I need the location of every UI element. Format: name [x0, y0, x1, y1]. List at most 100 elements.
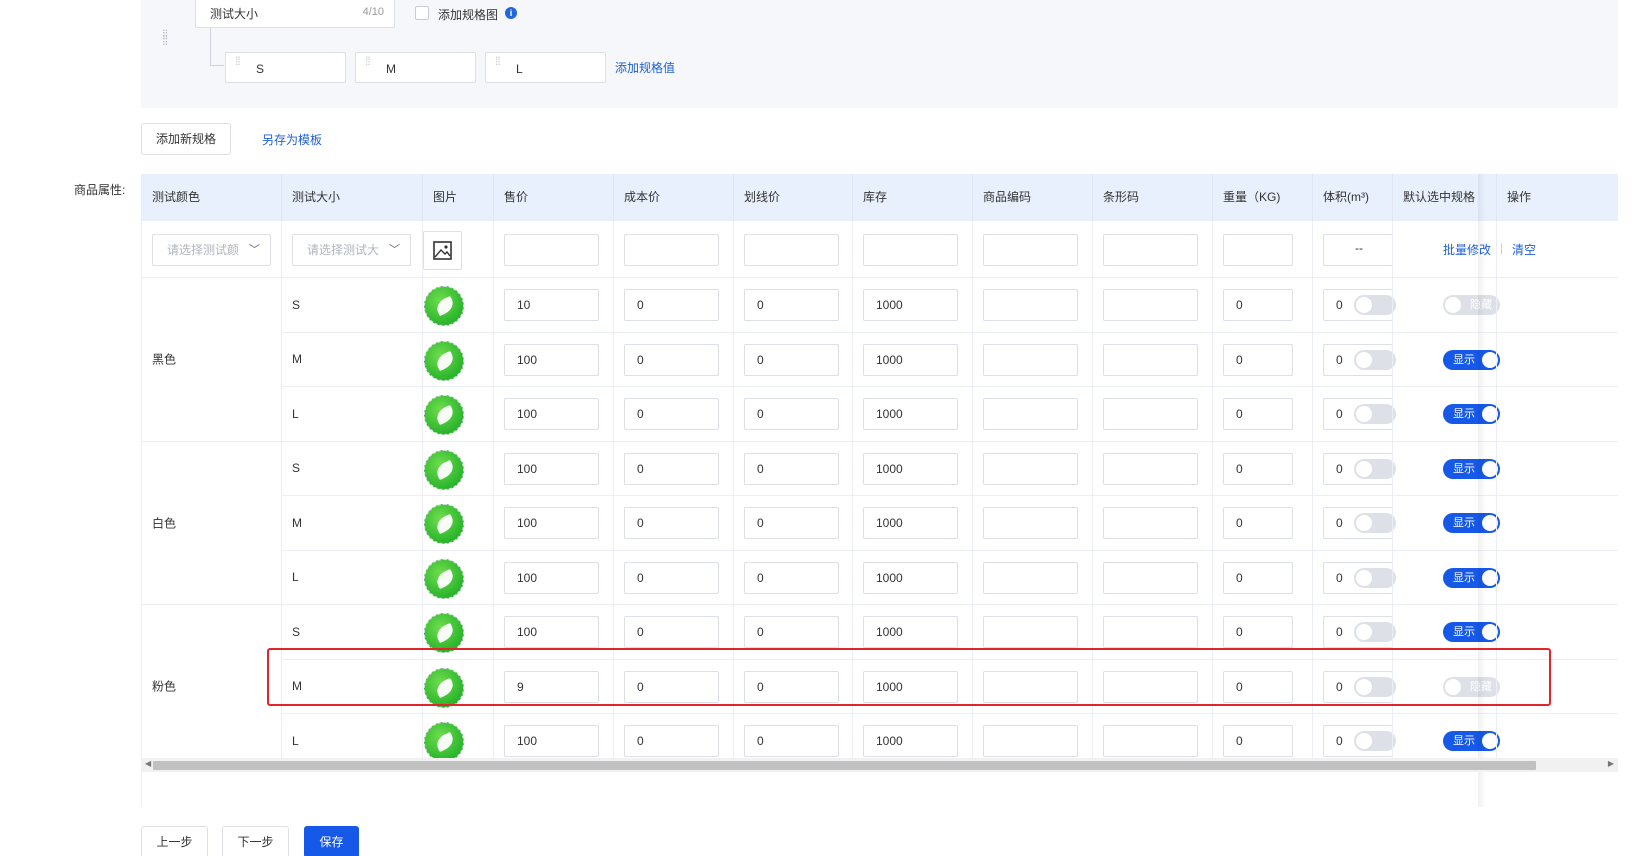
- price-input[interactable]: 100: [504, 507, 599, 539]
- product-image-thumbnail[interactable]: [424, 667, 464, 708]
- cost-input[interactable]: 0: [624, 289, 719, 321]
- weight-input[interactable]: 0: [1223, 343, 1293, 376]
- stock-input[interactable]: 1000: [863, 452, 958, 485]
- price-input[interactable]: 100: [504, 561, 599, 594]
- product-image-thumbnail[interactable]: [424, 286, 464, 326]
- product-image-thumbnail[interactable]: [424, 449, 464, 490]
- price-input[interactable]: 100: [504, 343, 599, 376]
- barcode-input[interactable]: [1103, 507, 1198, 539]
- spec-value-input[interactable]: ⁞⁞ S: [225, 52, 346, 83]
- list_price-input[interactable]: 0: [744, 398, 839, 430]
- default-spec-toggle[interactable]: [1354, 676, 1396, 697]
- add-spec-image-checkbox[interactable]: [415, 6, 429, 20]
- barcode-input[interactable]: [1103, 343, 1198, 376]
- color-select[interactable]: 请选择测试颜 ﹀: [152, 234, 271, 266]
- scrollbar-thumb[interactable]: [153, 761, 1536, 770]
- default-spec-toggle[interactable]: [1354, 622, 1396, 642]
- prev-step-button[interactable]: 上一步: [141, 826, 208, 856]
- sku-input[interactable]: [983, 289, 1078, 321]
- spec-value-input[interactable]: ⁞⁞ M: [355, 52, 476, 83]
- visibility-toggle[interactable]: 隐藏: [1443, 295, 1500, 315]
- cost-input[interactable]: 0: [624, 398, 719, 430]
- info-icon[interactable]: i: [505, 7, 517, 19]
- clear-link[interactable]: 清空: [1512, 241, 1536, 258]
- stock-input[interactable]: 1000: [863, 507, 958, 539]
- horizontal-scrollbar[interactable]: ◀ ▶: [141, 758, 1618, 772]
- list_price-input[interactable]: 0: [744, 343, 839, 376]
- sku-input[interactable]: [983, 616, 1078, 648]
- product-image-thumbnail[interactable]: [424, 340, 464, 381]
- visibility-toggle[interactable]: 显示: [1443, 458, 1500, 479]
- visibility-toggle[interactable]: 显示: [1443, 404, 1500, 424]
- list_price-input[interactable]: 0: [744, 289, 839, 321]
- price-input[interactable]: 9: [504, 670, 599, 703]
- save-as-template-link[interactable]: 另存为模板: [262, 131, 322, 148]
- cost-input[interactable]: 0: [624, 725, 719, 757]
- cost-input[interactable]: 0: [624, 616, 719, 648]
- barcode-input[interactable]: [1103, 616, 1198, 648]
- price-input[interactable]: 100: [504, 616, 599, 648]
- save-button[interactable]: 保存: [304, 826, 359, 856]
- batch-input[interactable]: [1103, 234, 1198, 266]
- price-input[interactable]: 10: [504, 289, 599, 321]
- sku-input[interactable]: [983, 343, 1078, 376]
- image-upload-icon[interactable]: [423, 231, 462, 270]
- drag-handle-icon[interactable]: ⁞⁞: [235, 55, 241, 67]
- batch-input[interactable]: [983, 234, 1078, 266]
- spec-value-input[interactable]: ⁞⁞ L: [485, 52, 606, 83]
- batch-input[interactable]: [744, 234, 839, 266]
- sku-input[interactable]: [983, 398, 1078, 430]
- default-spec-toggle[interactable]: [1354, 458, 1396, 479]
- stock-input[interactable]: 1000: [863, 561, 958, 594]
- barcode-input[interactable]: [1103, 452, 1198, 485]
- drag-handle-icon[interactable]: ⁞⁞: [365, 55, 371, 67]
- weight-input[interactable]: 0: [1223, 725, 1293, 757]
- batch-edit-link[interactable]: 批量修改: [1443, 241, 1491, 258]
- visibility-toggle[interactable]: 显示: [1443, 731, 1500, 751]
- batch-input[interactable]: [863, 234, 958, 266]
- next-step-button[interactable]: 下一步: [222, 826, 289, 856]
- weight-input[interactable]: 0: [1223, 452, 1293, 485]
- cost-input[interactable]: 0: [624, 452, 719, 485]
- weight-input[interactable]: 0: [1223, 507, 1293, 539]
- product-image-thumbnail[interactable]: [424, 395, 464, 435]
- weight-input[interactable]: 0: [1223, 670, 1293, 703]
- sku-input[interactable]: [983, 561, 1078, 594]
- list_price-input[interactable]: 0: [744, 725, 839, 757]
- scroll-right-icon[interactable]: ▶: [1608, 759, 1614, 768]
- sku-input[interactable]: [983, 452, 1078, 485]
- list_price-input[interactable]: 0: [744, 561, 839, 594]
- default-spec-toggle[interactable]: [1354, 513, 1396, 533]
- product-image-thumbnail[interactable]: [424, 504, 464, 544]
- default-spec-toggle[interactable]: [1354, 404, 1396, 424]
- barcode-input[interactable]: [1103, 725, 1198, 757]
- stock-input[interactable]: 1000: [863, 670, 958, 703]
- batch-input[interactable]: [1223, 234, 1293, 266]
- batch-input[interactable]: [504, 234, 599, 266]
- barcode-input[interactable]: [1103, 670, 1198, 703]
- sku-input[interactable]: [983, 507, 1078, 539]
- stock-input[interactable]: 1000: [863, 616, 958, 648]
- spec-drag-handle-icon[interactable]: ⁞⁞ ⁞⁞: [162, 28, 172, 47]
- stock-input[interactable]: 1000: [863, 725, 958, 757]
- weight-input[interactable]: 0: [1223, 616, 1293, 648]
- product-image-thumbnail[interactable]: [424, 722, 464, 762]
- add-spec-value-link[interactable]: 添加规格值: [615, 59, 675, 76]
- barcode-input[interactable]: [1103, 398, 1198, 430]
- cost-input[interactable]: 0: [624, 343, 719, 376]
- scroll-left-icon[interactable]: ◀: [145, 759, 151, 768]
- price-input[interactable]: 100: [504, 398, 599, 430]
- cost-input[interactable]: 0: [624, 670, 719, 703]
- spec-name-input[interactable]: 测试大小 4/10: [195, 0, 395, 28]
- price-input[interactable]: 100: [504, 452, 599, 485]
- list_price-input[interactable]: 0: [744, 616, 839, 648]
- list_price-input[interactable]: 0: [744, 670, 839, 703]
- barcode-input[interactable]: [1103, 289, 1198, 321]
- product-image-thumbnail[interactable]: [424, 613, 464, 653]
- visibility-toggle[interactable]: 显示: [1443, 567, 1500, 588]
- default-spec-toggle[interactable]: [1354, 567, 1396, 588]
- cost-input[interactable]: 0: [624, 561, 719, 594]
- weight-input[interactable]: 0: [1223, 398, 1293, 430]
- barcode-input[interactable]: [1103, 561, 1198, 594]
- size-select[interactable]: 请选择测试大 ﹀: [292, 234, 411, 266]
